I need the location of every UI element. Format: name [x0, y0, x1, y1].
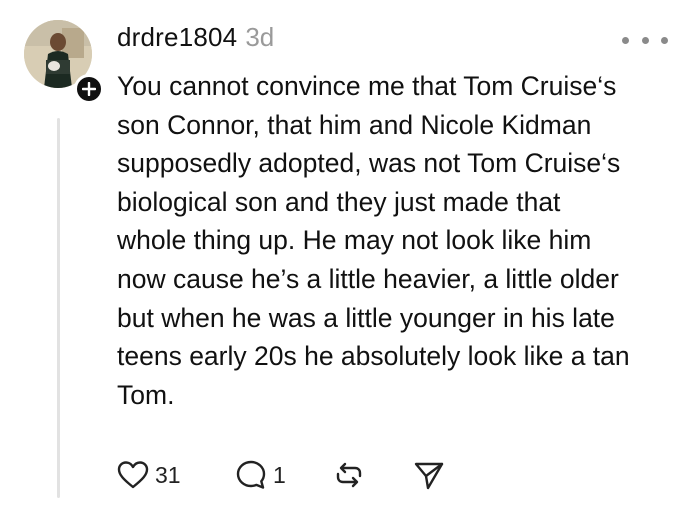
repost-icon — [336, 462, 362, 488]
follow-button[interactable] — [74, 74, 104, 104]
like-count: 31 — [155, 461, 181, 488]
post-actions: 31 1 — [117, 458, 445, 492]
reply-count: 1 — [273, 461, 286, 488]
more-options-button[interactable] — [622, 30, 668, 50]
reply-button[interactable]: 1 — [235, 459, 333, 491]
like-button[interactable]: 31 — [117, 460, 205, 490]
heart-icon — [117, 461, 149, 489]
post-text: You cannot convince me that Tom Cruise‘s… — [117, 71, 630, 410]
avatar-container[interactable] — [24, 20, 104, 104]
post-header: drdre1804 3d — [117, 22, 274, 62]
more-dot — [641, 36, 649, 44]
comment-icon — [236, 460, 266, 489]
more-dots-icon — [622, 36, 629, 44]
post-time: 3d — [245, 22, 275, 52]
thread-post: drdre1804 3d You cannot convince me that… — [0, 0, 700, 526]
send-icon — [414, 462, 444, 490]
thread-line — [57, 118, 60, 498]
more-dot — [661, 36, 668, 44]
username[interactable]: drdre1804 — [117, 22, 237, 53]
repost-button[interactable] — [333, 459, 413, 491]
share-button[interactable] — [413, 459, 445, 491]
plus-icon — [82, 82, 96, 96]
